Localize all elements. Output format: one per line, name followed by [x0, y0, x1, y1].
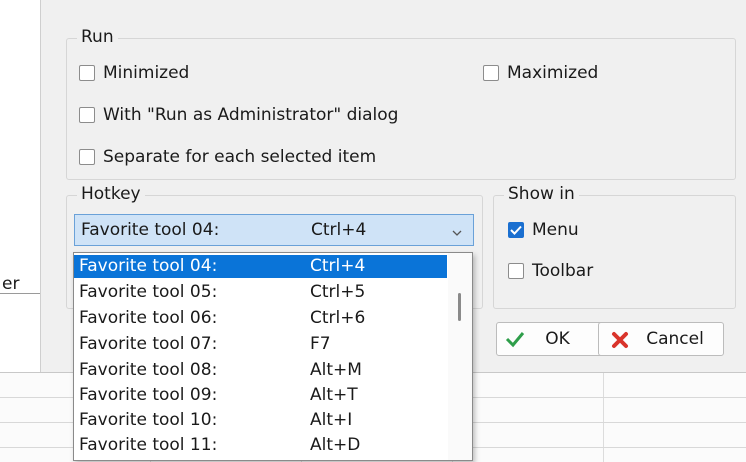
separate-label: Separate for each selected item [103, 147, 377, 167]
menu-checkbox-box[interactable] [508, 222, 524, 238]
dropdown-item[interactable]: Favorite tool 08: Alt+M [74, 359, 447, 382]
toolbar-label: Toolbar [532, 261, 594, 281]
separate-checkbox-box[interactable] [79, 149, 95, 165]
run-group: Run Minimized Maximized With "Run as Adm… [66, 27, 736, 180]
dropdown-item[interactable]: Favorite tool 04: Ctrl+4 [74, 255, 447, 278]
dropdown-scrollbar[interactable] [448, 253, 472, 460]
menu-checkbox[interactable]: Menu [508, 220, 579, 240]
hotkey-dropdown-list[interactable]: Favorite tool 04: Ctrl+4 Favorite tool 0… [73, 252, 473, 461]
dropdown-item[interactable]: Favorite tool 09: Alt+T [74, 384, 447, 407]
ok-button-label: OK [545, 329, 570, 349]
show-in-group-title: Show in [504, 184, 579, 204]
background-partial-text: er [2, 274, 20, 294]
toolbar-checkbox[interactable]: Toolbar [508, 261, 593, 281]
minimized-label: Minimized [103, 63, 190, 83]
minimized-checkbox-box[interactable] [79, 65, 95, 81]
dropdown-item[interactable]: Favorite tool 07: F7 [74, 333, 447, 356]
maximized-checkbox-box[interactable] [483, 65, 499, 81]
cancel-x-icon [611, 331, 629, 354]
dropdown-scrollbar-thumb[interactable] [458, 293, 461, 321]
run-as-admin-checkbox[interactable]: With "Run as Administrator" dialog [79, 105, 398, 125]
separate-checkbox[interactable]: Separate for each selected item [79, 147, 376, 167]
run-as-admin-label: With "Run as Administrator" dialog [103, 105, 399, 125]
toolbar-checkbox-box[interactable] [508, 263, 524, 279]
hotkey-group-title: Hotkey [77, 184, 145, 204]
dropdown-item[interactable]: Favorite tool 11: Alt+D [74, 434, 447, 457]
cancel-button[interactable]: Cancel [598, 322, 724, 356]
cancel-button-label: Cancel [646, 329, 704, 349]
show-in-group: Show in Menu Toolbar [493, 184, 736, 309]
dropdown-item[interactable]: Favorite tool 06: Ctrl+6 [74, 307, 447, 330]
hotkey-combobox[interactable]: Favorite tool 04: Ctrl+4 [74, 214, 474, 246]
maximized-label: Maximized [507, 63, 599, 83]
menu-label: Menu [532, 220, 579, 240]
hotkey-selected-key: Ctrl+4 [311, 220, 367, 240]
chevron-down-icon[interactable] [451, 224, 463, 244]
hotkey-selected-name: Favorite tool 04: [81, 220, 220, 240]
minimized-checkbox[interactable]: Minimized [79, 63, 189, 83]
background-left-pane: er [0, 0, 41, 294]
run-group-title: Run [77, 27, 118, 47]
dropdown-item[interactable]: Favorite tool 10: Alt+I [74, 409, 447, 432]
checkmark-icon [505, 330, 525, 353]
dropdown-item[interactable]: Favorite tool 05: Ctrl+5 [74, 281, 447, 304]
run-as-admin-checkbox-box[interactable] [79, 107, 95, 123]
maximized-checkbox[interactable]: Maximized [483, 63, 598, 83]
